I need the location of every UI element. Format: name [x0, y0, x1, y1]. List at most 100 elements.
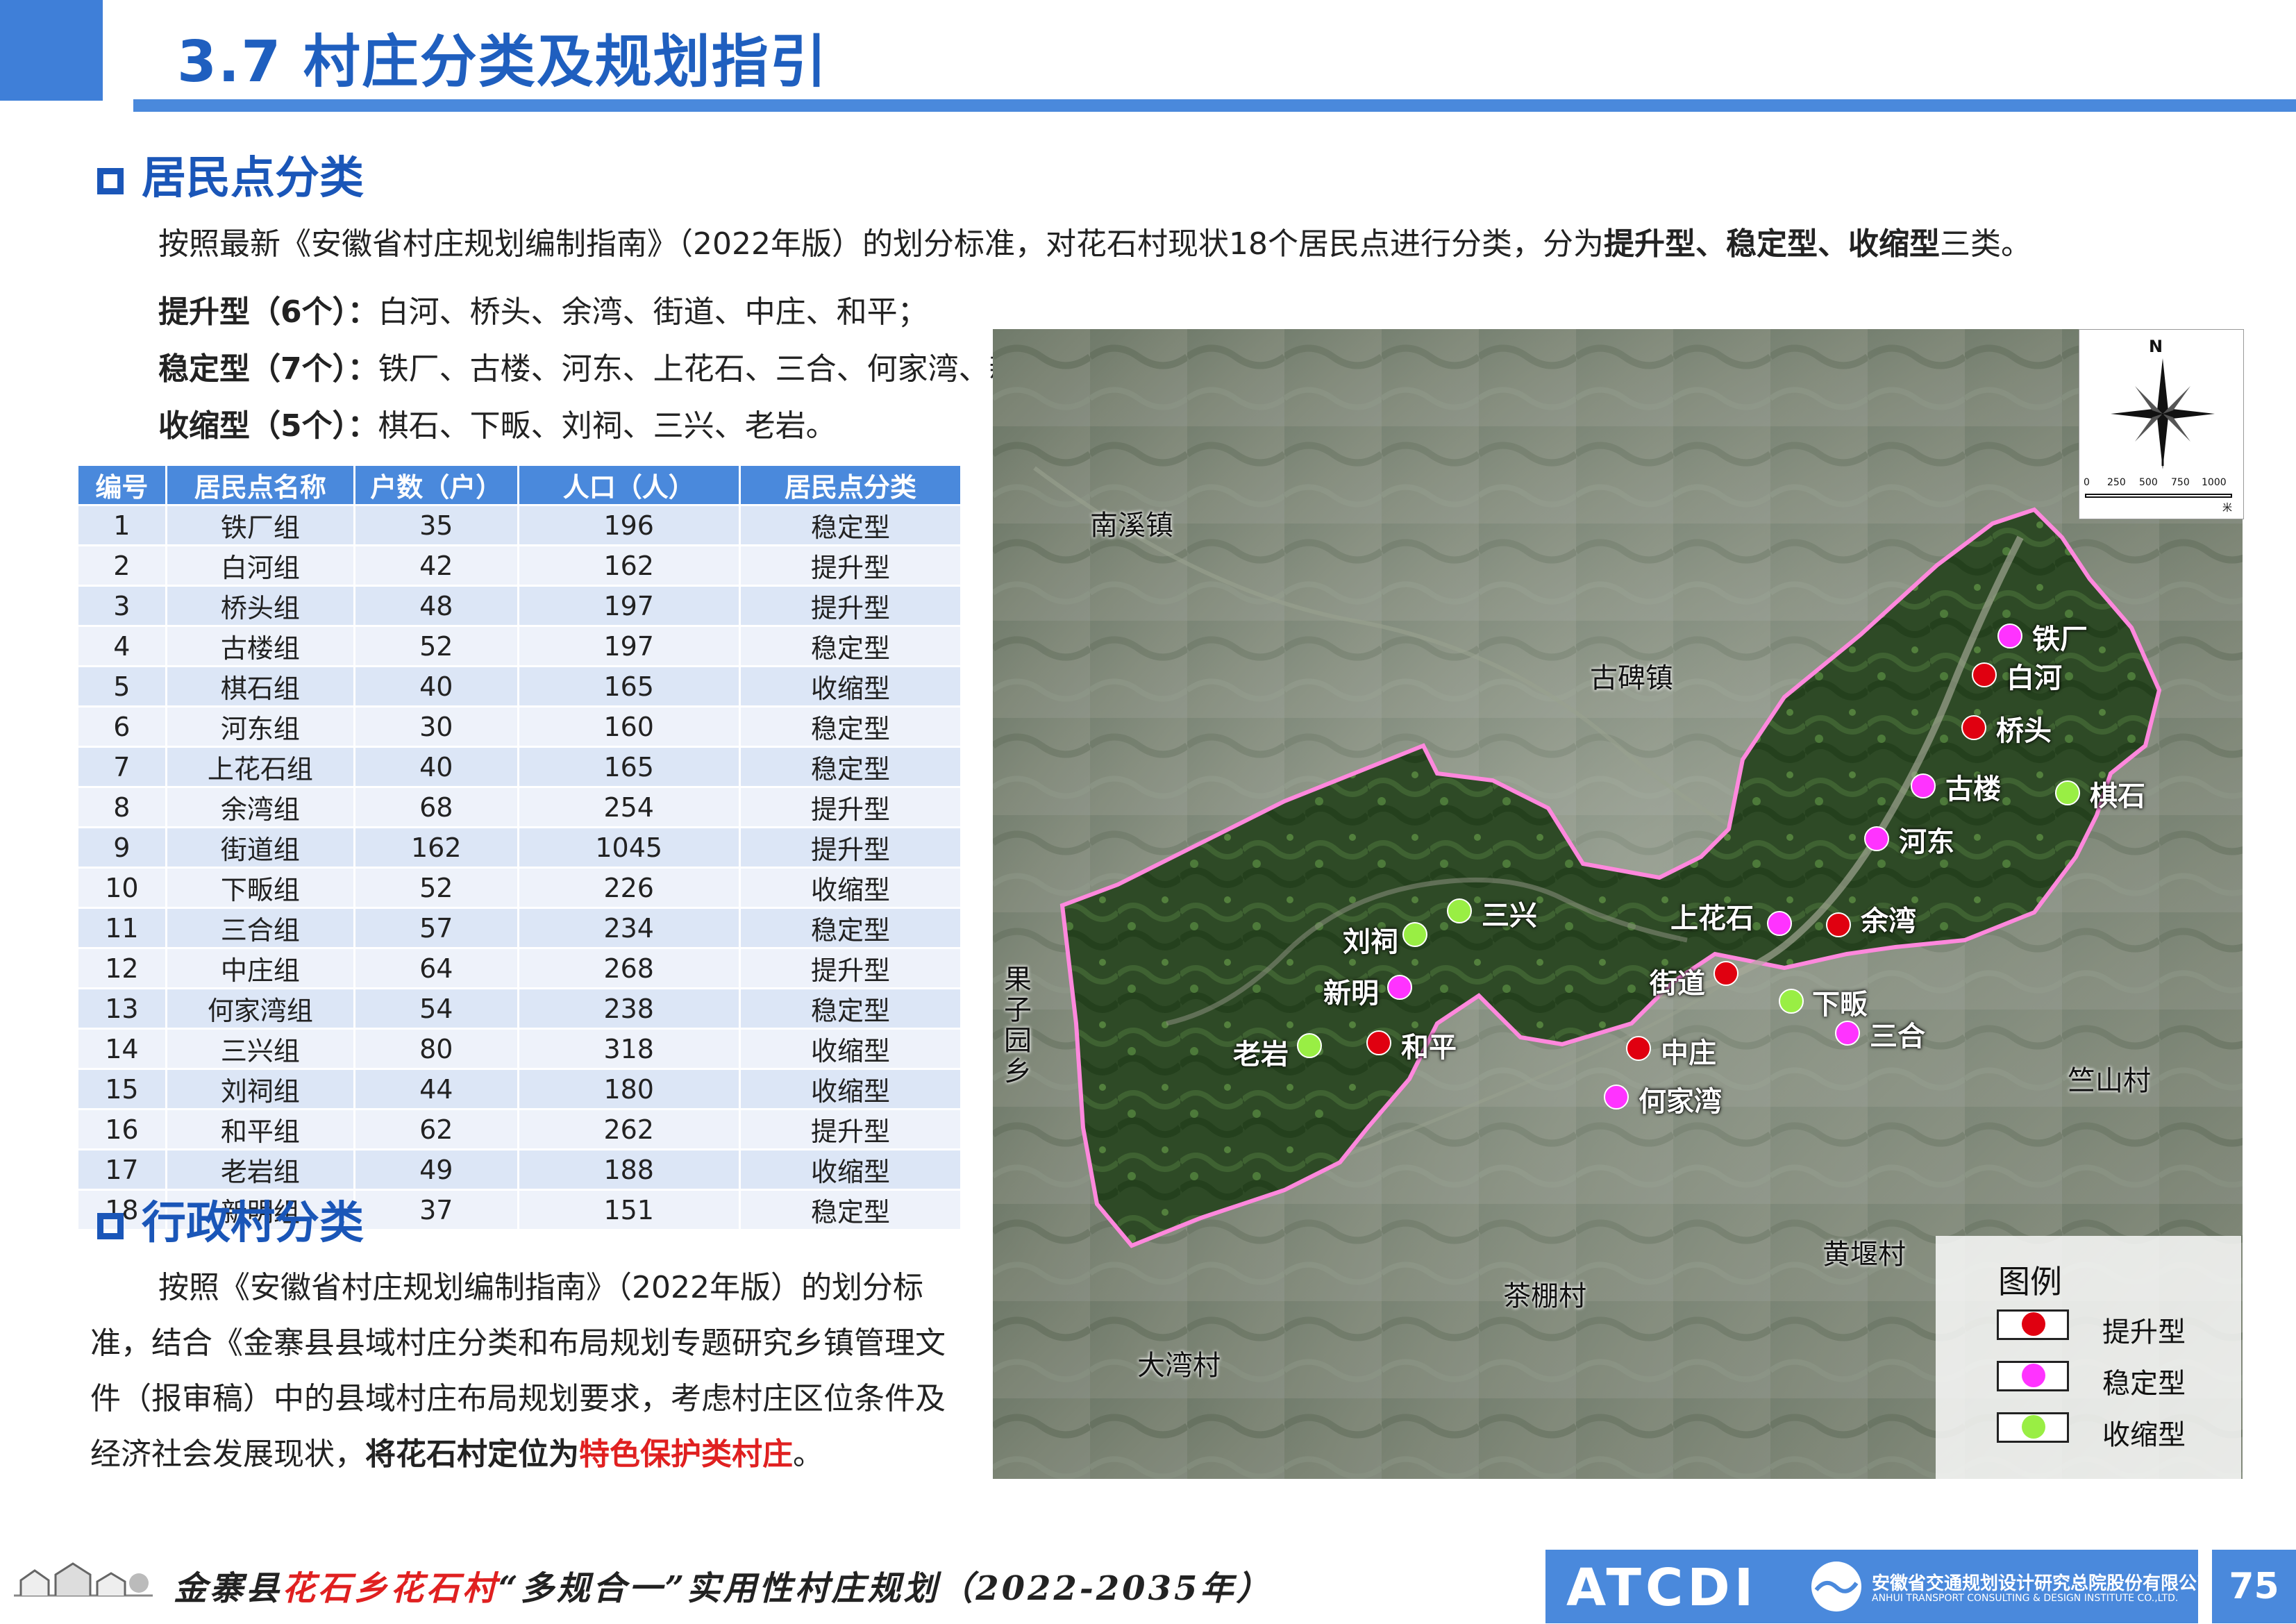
point-label: 何家湾	[1639, 1086, 1722, 1118]
table-row: 12 中庄组 64 268 提升型	[76, 947, 963, 989]
point-upgrade[interactable]	[1826, 912, 1851, 937]
table-row: 6 河东组 30 160 稳定型	[76, 705, 963, 748]
point-upgrade[interactable]	[1972, 662, 1997, 687]
scale-tick: 0	[2084, 477, 2090, 488]
settlement-table: 编号 居民点名称 户数（户） 人口（人） 居民点分类 1 铁厂组 35 196 稳定型 2…	[76, 464, 963, 1231]
point-upgrade[interactable]	[1366, 1030, 1391, 1055]
square-bullet-icon	[97, 1213, 124, 1239]
point-stable[interactable]	[1835, 1021, 1860, 1046]
table-cell: 桥头组	[165, 585, 355, 627]
table-cell: 稳定型	[738, 987, 963, 1030]
table-cell: 15	[76, 1068, 167, 1110]
table-cell: 48	[353, 585, 519, 627]
table-cell: 162	[517, 544, 741, 587]
table-cell: 7	[76, 746, 167, 788]
point-shrink[interactable]	[1779, 989, 1804, 1014]
table-row: 14 三兴组 80 318 收缩型	[76, 1028, 963, 1070]
table-cell: 中庄组	[165, 947, 355, 989]
table-cell: 5	[76, 665, 167, 708]
point-label: 古楼	[1945, 773, 2001, 805]
table-row: 7 上花石组 40 165 稳定型	[76, 746, 963, 788]
table-cell: 3	[76, 585, 167, 627]
point-shrink[interactable]	[1297, 1033, 1322, 1058]
table-cell: 68	[353, 786, 519, 828]
table-cell: 铁厂组	[165, 504, 355, 546]
point-label: 新明	[1323, 978, 1379, 1010]
table-cell: 17	[76, 1148, 167, 1191]
table-cell: 4	[76, 625, 167, 667]
point-stable[interactable]	[1387, 975, 1412, 1000]
point-stable[interactable]	[1911, 773, 1936, 798]
square-bullet-icon	[97, 168, 124, 194]
table-cell: 提升型	[738, 585, 963, 627]
point-upgrade[interactable]	[1961, 715, 1986, 740]
org-name-en: ANHUI TRANSPORT CONSULTING & DESIGN INST…	[1872, 1593, 2179, 1604]
table-cell: 稳定型	[738, 625, 963, 667]
table-row: 13 何家湾组 54 238 稳定型	[76, 987, 963, 1030]
table-cell: 9	[76, 826, 167, 869]
table-cell: 街道组	[165, 826, 355, 869]
map-legend: 图例 提升型 稳定型 收缩型	[1936, 1236, 2241, 1479]
town-label: 古碑镇	[1590, 662, 1673, 694]
table-cell: 14	[76, 1028, 167, 1070]
table-cell: 上花石组	[165, 746, 355, 788]
legend-dot	[2022, 1312, 2045, 1336]
table-cell: 稳定型	[738, 504, 963, 546]
table-cell: 和平组	[165, 1108, 355, 1150]
point-shrink[interactable]	[1447, 898, 1472, 923]
table-cell: 河东组	[165, 705, 355, 748]
point-label: 中庄	[1661, 1037, 1716, 1069]
town-label: 大湾村	[1137, 1350, 1221, 1382]
point-shrink[interactable]	[1402, 922, 1427, 947]
table-cell: 254	[517, 786, 741, 828]
org-name-cn: 安徽省交通规划设计研究总院股份有限公司	[1872, 1573, 2215, 1594]
north-arrow-panel: N 0 250 500 750 1000 米	[2079, 329, 2244, 519]
table-header-row: 编号 居民点名称 户数（户） 人口（人） 居民点分类	[76, 464, 963, 506]
table-cell: 37	[353, 1189, 519, 1231]
point-label: 河东	[1899, 826, 1954, 858]
table-cell: 196	[517, 504, 741, 546]
table-cell: 160	[517, 705, 741, 748]
point-upgrade[interactable]	[1713, 961, 1738, 986]
point-shrink[interactable]	[2055, 780, 2080, 805]
scale-bar	[2085, 494, 2232, 498]
compass-rose-icon	[2111, 358, 2215, 469]
table-row: 9 街道组 162 1045 提升型	[76, 826, 963, 869]
table-cell: 三合组	[165, 907, 355, 949]
point-label: 三合	[1870, 1021, 1925, 1053]
town-label: 茶棚村	[1503, 1280, 1586, 1312]
table-cell: 三兴组	[165, 1028, 355, 1070]
table-cell: 52	[353, 867, 519, 909]
section-title-admin-village: 行政村分类	[97, 1187, 364, 1251]
point-stable[interactable]	[1767, 911, 1792, 936]
table-cell: 收缩型	[738, 1148, 963, 1191]
point-stable[interactable]	[1864, 826, 1889, 851]
table-cell: 64	[353, 947, 519, 989]
point-label: 桥头	[1996, 715, 2052, 747]
point-stable[interactable]	[1604, 1085, 1629, 1110]
point-label: 下畈	[1812, 989, 1868, 1021]
table-cell: 44	[353, 1068, 519, 1110]
point-stable[interactable]	[1997, 623, 2022, 648]
table-cell: 151	[517, 1189, 741, 1231]
table-cell: 165	[517, 665, 741, 708]
table-row: 2 白河组 42 162 提升型	[76, 544, 963, 587]
table-cell: 收缩型	[738, 1028, 963, 1070]
table-row: 10 下畈组 52 226 收缩型	[76, 867, 963, 909]
table-cell: 稳定型	[738, 746, 963, 788]
point-upgrade[interactable]	[1626, 1036, 1651, 1061]
table-row: 11 三合组 57 234 稳定型	[76, 907, 963, 949]
legend-title: 图例	[1998, 1263, 2062, 1300]
page-title: 3.7 村庄分类及规划指引	[177, 29, 828, 95]
table-cell: 16	[76, 1108, 167, 1150]
table-cell: 35	[353, 504, 519, 546]
table-cell: 165	[517, 746, 741, 788]
table-cell: 10	[76, 867, 167, 909]
table-cell: 54	[353, 987, 519, 1030]
header-accent-block	[0, 0, 103, 101]
table-cell: 余湾组	[165, 786, 355, 828]
table-cell: 318	[517, 1028, 741, 1070]
col-header: 居民点分类	[738, 464, 963, 506]
table-cell: 12	[76, 947, 167, 989]
table-cell: 收缩型	[738, 867, 963, 909]
